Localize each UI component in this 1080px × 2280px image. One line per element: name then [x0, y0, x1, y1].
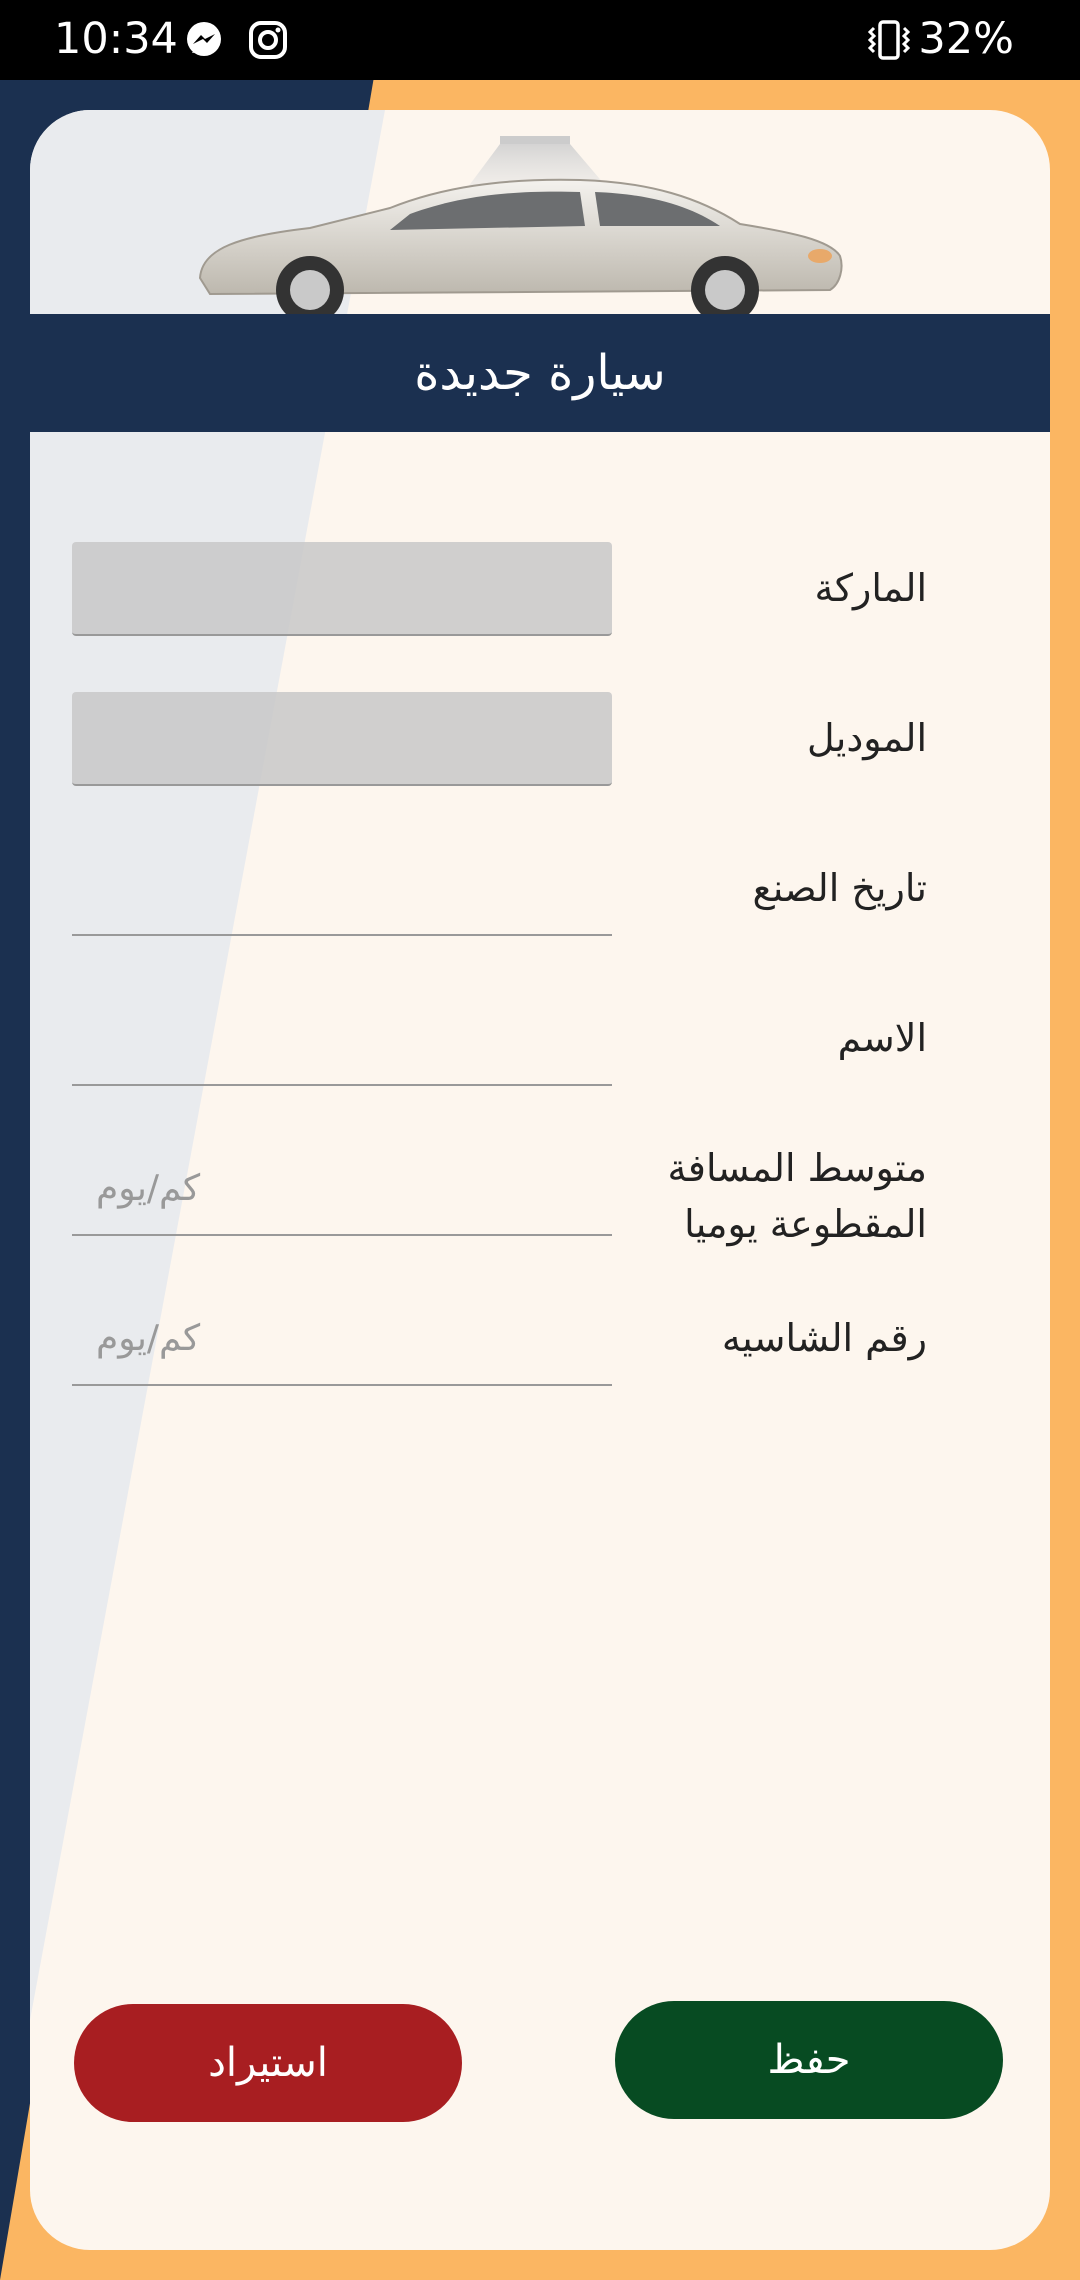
form-card: سيارة جديدة الماركة الموديل تاريخ الصنع … [30, 110, 1050, 2250]
manufacture-date-field[interactable] [72, 842, 612, 936]
manufacture-date-input[interactable] [72, 842, 612, 934]
messenger-icon [187, 22, 221, 56]
name-input[interactable] [72, 992, 612, 1084]
brand-input[interactable] [72, 542, 612, 634]
manufacture-date-row: تاريخ الصنع [72, 842, 1022, 942]
chassis-number-row: رقم الشاسيه [72, 1292, 1022, 1392]
name-field[interactable] [72, 992, 612, 1086]
page-header: سيارة جديدة [30, 314, 1050, 432]
chassis-number-input[interactable] [72, 1292, 612, 1384]
model-label: الموديل [806, 716, 927, 760]
avg-distance-field[interactable] [72, 1142, 612, 1236]
status-bar: 10:34 32% [0, 0, 1080, 80]
model-field[interactable] [72, 692, 612, 786]
battery-level: 32% [918, 14, 1014, 64]
avg-distance-row: متوسط المسافة المقطوعة يوميا [72, 1142, 1022, 1262]
vibrate-icon [867, 20, 911, 60]
import-button[interactable]: استيراد [74, 2004, 462, 2122]
avg-distance-input[interactable] [72, 1142, 612, 1234]
chassis-number-field[interactable] [72, 1292, 612, 1386]
avg-distance-label-line2: المقطوعة يوميا [684, 1202, 927, 1246]
page-title: سيارة جديدة [414, 345, 666, 401]
brand-field[interactable] [72, 542, 612, 636]
save-button[interactable]: حفظ [615, 2001, 1003, 2119]
manufacture-date-label: تاريخ الصنع [752, 866, 927, 910]
model-input[interactable] [72, 692, 612, 784]
chassis-number-label: رقم الشاسيه [721, 1316, 927, 1360]
avg-distance-label-line1: متوسط المسافة [667, 1146, 927, 1190]
name-label: الاسم [837, 1016, 927, 1060]
instagram-icon [249, 21, 287, 59]
avg-distance-label: متوسط المسافة المقطوعة يوميا [627, 1140, 927, 1252]
status-time: 10:34 [54, 14, 178, 64]
car-banner [30, 110, 1050, 318]
name-row: الاسم [72, 992, 1022, 1092]
brand-label: الماركة [814, 566, 928, 610]
car-illustration [198, 136, 843, 318]
brand-row: الماركة [72, 542, 1022, 642]
model-row: الموديل [72, 692, 1022, 792]
